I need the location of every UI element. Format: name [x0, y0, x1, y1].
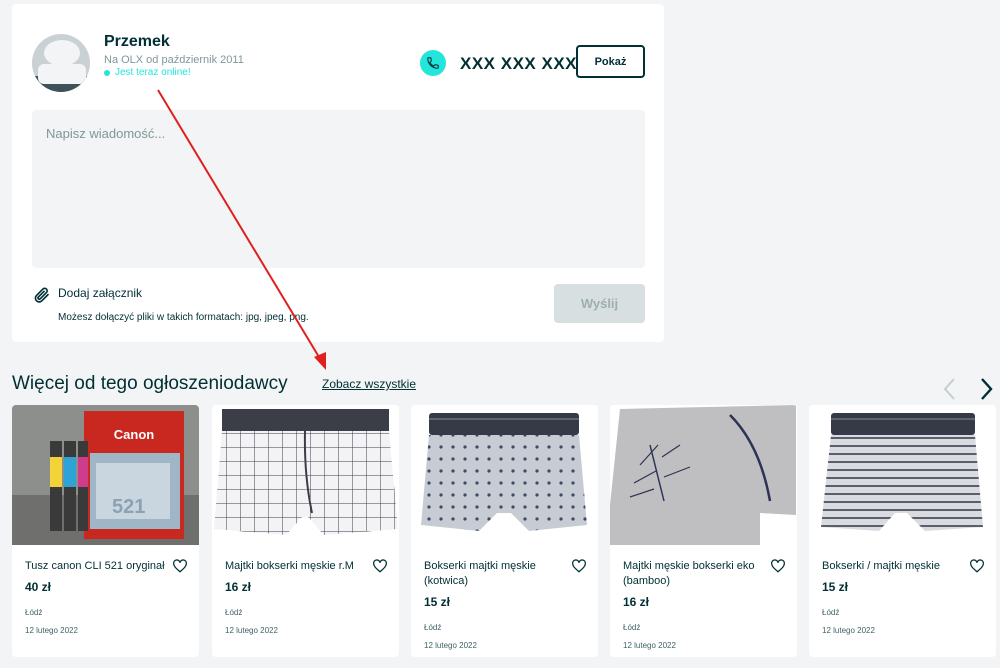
- svg-text:Canon: Canon: [114, 427, 155, 442]
- online-status: Jest teraz online!: [104, 67, 191, 78]
- ad-info: Tusz canon CLI 521 oryginał 40 zł Łódź 1…: [25, 559, 175, 638]
- ad-date: 12 lutego 2022: [822, 626, 875, 635]
- ad-info: Majtki bokserki męskie r.M 16 zł Łódź 12…: [225, 559, 375, 638]
- ad-date: 12 lutego 2022: [623, 641, 676, 650]
- ad-date: 12 lutego 2022: [25, 626, 78, 635]
- svg-text:521: 521: [112, 496, 145, 518]
- ad-price: 40 zł: [25, 580, 52, 594]
- ad-title[interactable]: Majtki bokserki męskie r.M: [225, 559, 375, 574]
- online-status-label: Jest teraz online!: [115, 67, 191, 78]
- ad-date: 12 lutego 2022: [225, 626, 278, 635]
- see-all-link[interactable]: Zobacz wszystkie: [322, 377, 416, 391]
- section-title: Więcej od tego ogłoszeniodawcy: [12, 373, 288, 394]
- ad-price: 15 zł: [424, 595, 451, 609]
- show-phone-button[interactable]: Pokaż: [576, 45, 645, 78]
- ads-carousel: Canon 521 Tusz canon CLI 521 oryginał 40…: [12, 405, 1000, 657]
- ad-image: [809, 405, 996, 545]
- avatar: [32, 34, 90, 92]
- ad-title[interactable]: Bokserki majtki męskie (kotwica): [424, 559, 574, 589]
- ad-location: Łódź: [225, 608, 243, 617]
- ad-location: Łódź: [822, 608, 840, 617]
- ad-location: Łódź: [623, 623, 641, 632]
- ad-info: Majtki męskie bokserki eko (bamboo) 16 z…: [623, 559, 773, 653]
- ad-title[interactable]: Tusz canon CLI 521 oryginał: [25, 559, 175, 574]
- ad-price: 16 zł: [623, 595, 650, 609]
- attach-file-link[interactable]: Dodaj załącznik: [58, 286, 142, 300]
- ad-card[interactable]: Bokserki majtki męskie (kotwica) 15 zł Ł…: [411, 405, 598, 657]
- ad-info: Bokserki majtki męskie (kotwica) 15 zł Ł…: [424, 559, 574, 653]
- phone-number: XXX XXX XXX: [460, 54, 577, 73]
- ad-image: Canon 521: [12, 405, 199, 545]
- paperclip-icon[interactable]: [33, 286, 51, 304]
- ad-image: [610, 405, 797, 545]
- ad-date: 12 lutego 2022: [424, 641, 477, 650]
- ad-card[interactable]: Bokserki / majtki męskie 15 zł Łódź 12 l…: [809, 405, 996, 657]
- ad-price: 15 zł: [822, 580, 849, 594]
- ad-image: [411, 405, 598, 545]
- member-since: Na OLX od październik 2011: [104, 54, 244, 66]
- ad-location: Łódź: [424, 623, 442, 632]
- chevron-left-icon[interactable]: [940, 376, 960, 402]
- online-dot-icon: [104, 69, 110, 76]
- ad-title[interactable]: Majtki męskie bokserki eko (bamboo): [623, 559, 773, 589]
- ad-card[interactable]: Majtki męskie bokserki eko (bamboo) 16 z…: [610, 405, 797, 657]
- phone-icon: [420, 50, 446, 76]
- contact-card: Przemek Na OLX od październik 2011 Jest …: [12, 4, 664, 342]
- ad-location: Łódź: [25, 608, 43, 617]
- ad-image: [212, 405, 399, 545]
- ad-card[interactable]: Canon 521 Tusz canon CLI 521 oryginał 40…: [12, 405, 199, 657]
- ad-price: 16 zł: [225, 580, 252, 594]
- send-button[interactable]: Wyślij: [554, 284, 645, 323]
- message-input[interactable]: Napisz wiadomość...: [32, 110, 645, 268]
- ad-info: Bokserki / majtki męskie 15 zł Łódź 12 l…: [822, 559, 972, 638]
- ad-title[interactable]: Bokserki / majtki męskie: [822, 559, 972, 574]
- attach-hint: Możesz dołączyć pliki w takich formatach…: [58, 312, 309, 323]
- ad-card[interactable]: Majtki bokserki męskie r.M 16 zł Łódź 12…: [212, 405, 399, 657]
- chevron-right-icon[interactable]: [976, 376, 996, 402]
- seller-name: Przemek: [104, 33, 170, 50]
